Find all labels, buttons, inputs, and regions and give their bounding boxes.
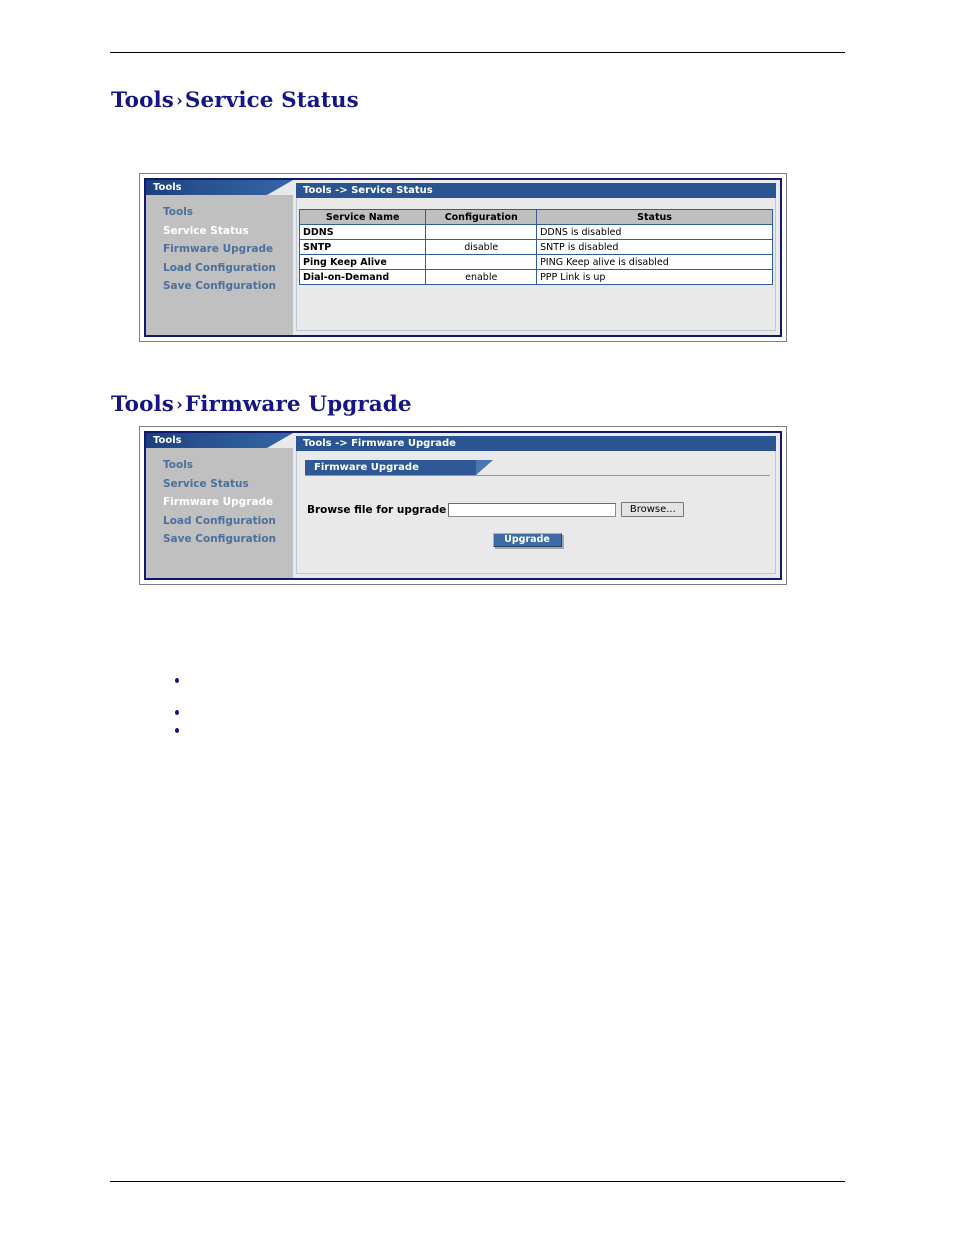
sidebar-header: Tools — [146, 433, 293, 448]
sidebar-menu: Tools Service Status Firmware Upgrade Lo… — [146, 195, 293, 296]
sidebar-item-load-configuration[interactable]: Load Configuration — [146, 512, 293, 531]
breadcrumb-root: Tools — [111, 392, 174, 417]
sidebar-item-service-status[interactable]: Service Status — [146, 475, 293, 494]
firmware-file-input[interactable] — [448, 502, 617, 517]
sidebar-item-firmware-upgrade[interactable]: Firmware Upgrade — [146, 493, 293, 512]
content-area-firmware-upgrade: Tools -> Firmware Upgrade Firmware Upgra… — [293, 433, 780, 578]
page-header-rule — [110, 52, 845, 53]
screenshot-service-status: Tools Tools Service Status Firmware Upgr… — [139, 173, 787, 342]
page-title-firmware-upgrade: Tools ›Firmware Upgrade — [111, 392, 412, 417]
breadcrumb-leaf: Service Status — [184, 88, 359, 113]
bullet-list — [170, 676, 187, 734]
router-ui-frame: Tools Tools Service Status Firmware Upgr… — [144, 431, 782, 580]
content-area-service-status: Tools -> Service Status Service Name Con… — [293, 180, 780, 335]
sidebar-item-firmware-upgrade[interactable]: Firmware Upgrade — [146, 240, 293, 259]
sidebar-header-notch-icon — [267, 433, 293, 448]
cell-configuration: enable — [425, 269, 538, 285]
cell-status: DDNS is disabled — [536, 224, 773, 240]
screenshot-firmware-upgrade: Tools Tools Service Status Firmware Upgr… — [139, 426, 787, 585]
page-footer-rule — [110, 1181, 845, 1182]
sidebar-item-tools[interactable]: Tools — [146, 203, 293, 222]
tab-label: Firmware Upgrade — [314, 462, 419, 473]
page-title-service-status: Tools ›Service Status — [111, 88, 359, 113]
breadcrumb-leaf: Firmware Upgrade — [184, 392, 412, 417]
breadcrumb-separator-icon: › — [175, 395, 183, 415]
cell-service-name: Dial-on-Demand — [298, 269, 427, 285]
sidebar-item-save-configuration[interactable]: Save Configuration — [146, 530, 293, 549]
cell-status: PPP Link is up — [536, 269, 773, 285]
table-row: DDNS DDNS is disabled — [298, 224, 773, 240]
cell-configuration — [425, 224, 538, 240]
sidebar-header: Tools — [146, 180, 293, 195]
list-item — [170, 676, 187, 684]
sidebar-item-load-configuration[interactable]: Load Configuration — [146, 259, 293, 278]
cell-status: PING Keep alive is disabled — [536, 254, 773, 270]
table-header-row: Service Name Configuration Status — [298, 209, 773, 225]
browse-file-row: Browse file for upgrade Browse... — [307, 502, 775, 517]
sidebar-item-service-status[interactable]: Service Status — [146, 222, 293, 241]
subtab-bar: Firmware Upgrade — [305, 460, 770, 476]
column-header-status: Status — [536, 209, 773, 225]
sidebar-header-notch-icon — [267, 180, 293, 195]
service-status-table: Service Name Configuration Status DDNS D… — [298, 209, 773, 285]
breadcrumb-root: Tools — [111, 88, 174, 113]
content-body: Service Name Configuration Status DDNS D… — [296, 198, 776, 331]
sidebar-item-save-configuration[interactable]: Save Configuration — [146, 277, 293, 296]
cell-service-name: DDNS — [298, 224, 427, 240]
table-row: SNTP disable SNTP is disabled — [298, 239, 773, 255]
cell-status: SNTP is disabled — [536, 239, 773, 255]
sidebar-service-status: Tools Tools Service Status Firmware Upgr… — [146, 180, 293, 335]
list-item — [170, 726, 187, 734]
browse-button[interactable]: Browse... — [621, 502, 685, 517]
cell-configuration — [425, 254, 538, 270]
router-ui-frame: Tools Tools Service Status Firmware Upgr… — [144, 178, 782, 337]
cell-service-name: SNTP — [298, 239, 427, 255]
upgrade-button-row: Upgrade — [297, 533, 775, 547]
cell-service-name: Ping Keep Alive — [298, 254, 427, 270]
list-item — [170, 708, 187, 716]
content-body: Firmware Upgrade Browse file for upgrade… — [296, 451, 776, 574]
breadcrumb-separator-icon: › — [175, 91, 183, 111]
cell-configuration: disable — [425, 239, 538, 255]
column-header-service-name: Service Name — [298, 209, 427, 225]
sidebar-menu: Tools Service Status Firmware Upgrade Lo… — [146, 448, 293, 549]
sidebar-header-label: Tools — [153, 435, 182, 446]
sidebar-item-tools[interactable]: Tools — [146, 456, 293, 475]
column-header-configuration: Configuration — [425, 209, 538, 225]
sidebar-header-label: Tools — [153, 182, 182, 193]
table-row: Ping Keep Alive PING Keep alive is disab… — [298, 254, 773, 270]
table-row: Dial-on-Demand enable PPP Link is up — [298, 269, 773, 285]
tab-firmware-upgrade[interactable]: Firmware Upgrade — [305, 460, 493, 475]
upgrade-button[interactable]: Upgrade — [492, 533, 562, 547]
sidebar-firmware-upgrade: Tools Tools Service Status Firmware Upgr… — [146, 433, 293, 578]
content-titlebar: Tools -> Service Status — [296, 183, 776, 198]
content-titlebar: Tools -> Firmware Upgrade — [296, 436, 776, 451]
browse-file-label: Browse file for upgrade — [307, 503, 447, 516]
